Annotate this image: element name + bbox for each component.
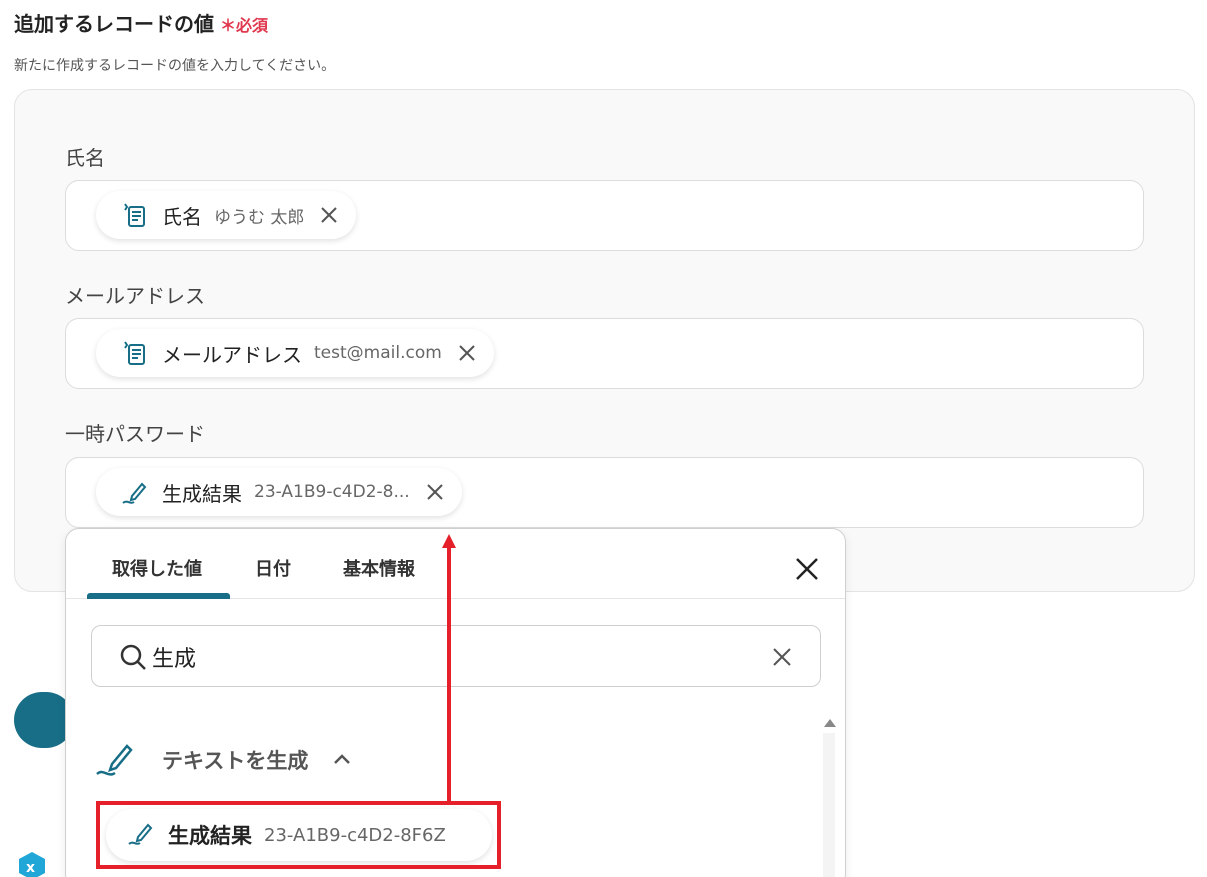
- value-chip[interactable]: 生成結果 23-A1B9-c4D2-8...: [96, 468, 462, 516]
- result-value: 23-A1B9-c4D2-8F6Z: [264, 824, 446, 846]
- section-title-text: 追加するレコードの値: [14, 12, 214, 36]
- annotation-arrow-line: [447, 546, 451, 802]
- tab-acquired-values[interactable]: 取得した値: [112, 555, 202, 581]
- form-record-icon: [120, 200, 150, 230]
- clear-search-icon[interactable]: [768, 643, 796, 671]
- value-picker-popup: 取得した値 日付 基本情報 生成 テキストを生成 生成結果 23-A1B9-c4…: [65, 528, 846, 877]
- scroll-track[interactable]: [823, 733, 835, 877]
- result-item-generated[interactable]: 生成結果 23-A1B9-c4D2-8F6Z: [106, 809, 492, 861]
- tab-basic-info[interactable]: 基本情報: [343, 555, 415, 581]
- chip-name: 氏名: [162, 204, 202, 229]
- active-tab-indicator: [87, 593, 230, 599]
- group-title: テキストを生成: [162, 749, 309, 773]
- close-icon[interactable]: [791, 553, 823, 585]
- result-name: 生成結果: [168, 824, 252, 848]
- chevron-up-icon: [332, 751, 352, 770]
- chip-value: ゆうむ 太郎: [214, 207, 305, 228]
- pen-icon: [94, 736, 138, 784]
- required-badge: ＊必須: [220, 16, 269, 35]
- scroll-up-icon[interactable]: [824, 719, 836, 727]
- field-input-name[interactable]: 氏名 ゆうむ 太郎: [65, 180, 1144, 251]
- remove-chip-icon[interactable]: [454, 340, 480, 366]
- x-logo-icon: x: [16, 850, 48, 877]
- chip-name: 生成結果: [162, 481, 242, 506]
- value-chip[interactable]: メールアドレス test@mail.com: [96, 329, 494, 377]
- search-icon: [118, 642, 148, 672]
- form-record-icon: [120, 338, 150, 368]
- remove-chip-icon[interactable]: [316, 202, 342, 228]
- page: 追加するレコードの値 ＊必須 新たに作成するレコードの値を入力してください。 氏…: [0, 0, 1207, 877]
- section-description: 新たに作成するレコードの値を入力してください。: [14, 58, 336, 74]
- section-title: 追加するレコードの値 ＊必須: [14, 8, 268, 37]
- search-field[interactable]: [91, 625, 821, 687]
- pen-icon: [126, 818, 156, 852]
- field-label-email: メールアドレス: [65, 284, 205, 308]
- field-input-email[interactable]: メールアドレス test@mail.com: [65, 318, 1144, 389]
- chip-name: メールアドレス: [162, 342, 302, 367]
- search-input[interactable]: [152, 638, 752, 676]
- remove-chip-icon[interactable]: [422, 479, 448, 505]
- field-label-name: 氏名: [65, 146, 105, 170]
- pen-icon: [120, 477, 150, 507]
- chip-value: 23-A1B9-c4D2-8...: [254, 482, 410, 502]
- field-input-temp-password[interactable]: 生成結果 23-A1B9-c4D2-8...: [65, 457, 1144, 528]
- value-chip[interactable]: 氏名 ゆうむ 太郎: [96, 191, 357, 239]
- svg-text:x: x: [26, 860, 35, 876]
- group-text-generation[interactable]: テキストを生成: [94, 735, 352, 785]
- field-label-temp-password: 一時パスワード: [65, 422, 205, 446]
- scrollbar[interactable]: [821, 719, 837, 877]
- chip-value: test@mail.com: [314, 343, 442, 363]
- annotation-arrow-head: [442, 534, 456, 548]
- tab-date[interactable]: 日付: [255, 555, 291, 581]
